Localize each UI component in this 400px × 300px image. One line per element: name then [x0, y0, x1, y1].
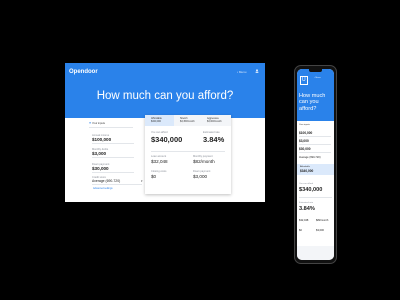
rate-value: 3.84% [203, 135, 225, 144]
field-underline [92, 184, 142, 185]
phone-rate-label: Estimated rate [299, 202, 314, 204]
phone-page-title: How much can you afford? [299, 93, 326, 112]
debts-field[interactable]: $3,000 [92, 151, 106, 156]
phone-menu-link[interactable]: • Menu [314, 77, 321, 79]
down-value: $3,000 [193, 174, 208, 179]
tab-stretch[interactable]: Stretch $3,450/month [180, 117, 195, 123]
loan-value: $32,048 [151, 159, 168, 164]
phone-monthly-value: $82/month [316, 219, 329, 222]
phone-tab-label: Affordable [300, 166, 310, 168]
monthly-label: Monthly payment [193, 155, 213, 158]
field-underline [299, 152, 331, 153]
inputs-heading-label: Your inputs [92, 122, 105, 125]
user-icon[interactable] [255, 69, 259, 73]
fees-label: Closing costs [151, 170, 167, 173]
inputs-heading: ☰ Your inputs [89, 122, 105, 125]
phone-debts-field[interactable]: $3,000 [299, 139, 309, 143]
desktop-mockup: Opendoor • Menu How much can you afford?… [65, 63, 265, 202]
sliders-icon: ☰ [89, 122, 92, 125]
field-underline [92, 172, 134, 173]
phone-rate-value: 3.84% [299, 206, 315, 212]
down-payment-field[interactable]: $30,000 [92, 166, 109, 171]
field-underline [92, 157, 134, 158]
field-underline [299, 144, 331, 145]
divider [89, 127, 133, 128]
divider [299, 197, 332, 198]
phone-inputs-heading: Your inputs [299, 124, 310, 126]
income-field[interactable]: $100,000 [92, 137, 111, 142]
loan-label: Loan amount [151, 155, 167, 158]
phone-down-payment-field[interactable]: $30,000 [299, 147, 311, 151]
divider [151, 151, 225, 152]
page-title: How much can you afford? [96, 90, 234, 102]
phone-logo[interactable]: U [300, 76, 308, 85]
phone-income-field[interactable]: $100,000 [299, 131, 312, 135]
logo[interactable]: Opendoor [69, 69, 98, 75]
phone-notch [309, 69, 322, 72]
phone-logo-letter: U [302, 77, 306, 83]
phone-credit-select[interactable]: Average (690-720) [299, 156, 321, 159]
phone-fees-value: $0 [299, 229, 302, 232]
results-card: Affordable $340,000 Stretch $3,450/month… [145, 115, 231, 194]
tab-aggressive[interactable]: Aggressive $3,000/month [207, 117, 222, 123]
monthly-value: $82/month [193, 159, 215, 164]
tab-affordable-label: Affordable $340,000 [151, 117, 162, 124]
rate-label: Estimated rate [203, 131, 220, 134]
down-label: Down payment [193, 170, 211, 173]
phone-tab-value: $340,000 [300, 169, 314, 173]
phone-loan-value: $32,048 [299, 219, 309, 222]
menu-link[interactable]: • Menu [237, 70, 246, 74]
afford-value: $340,000 [151, 135, 183, 144]
fees-value: $0 [151, 174, 157, 179]
phone-afford-value: $340,000 [299, 187, 323, 193]
field-underline [299, 136, 331, 137]
afford-label: You can afford [151, 131, 168, 134]
chevron-down-icon[interactable]: ▾ [141, 179, 143, 183]
phone-afford-label: You can afford [299, 183, 313, 185]
phone-screen: U • Menu How much can you afford? Your i… [297, 69, 334, 260]
advanced-settings-link[interactable]: Advanced settings [93, 187, 113, 190]
phone-mockup: U • Menu How much can you afford? Your i… [294, 65, 337, 264]
field-underline [92, 143, 134, 144]
phone-bottom-tabs [297, 246, 334, 260]
phone-down-value: $3,000 [316, 229, 324, 232]
credit-select[interactable]: Average (690-720) [92, 179, 120, 183]
